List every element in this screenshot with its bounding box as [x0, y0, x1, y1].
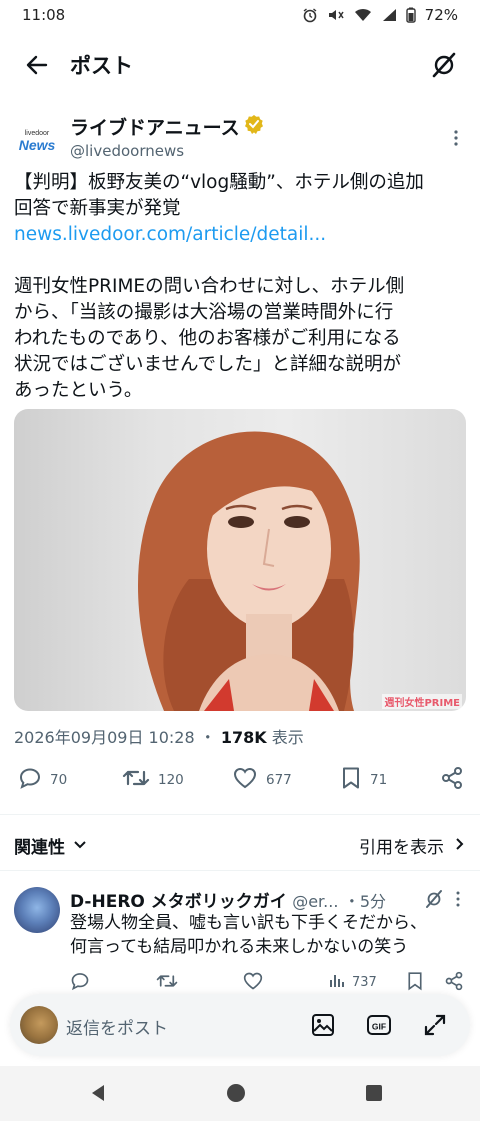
grok-icon[interactable] — [424, 889, 444, 909]
mute-icon — [327, 7, 345, 23]
bookmark-icon — [340, 766, 362, 794]
post-meta: 2026年09月09日 10:28 ・ 178K 表示 — [14, 724, 304, 748]
post-text-line: 【判明】板野友美の“vlog騒動”、ホテル側の追加 — [14, 172, 424, 193]
view-label: 表示 — [271, 728, 304, 747]
author-handle[interactable]: @livedoornews — [70, 142, 184, 160]
reply-header: D-HERO メタボリックガイ @er... ・5分 — [70, 887, 386, 912]
more-options-icon[interactable] — [450, 889, 466, 909]
view-quotes-link[interactable]: 引用を表示 — [359, 833, 466, 858]
post-timestamp: 2026年09月09日 10:28 — [14, 728, 195, 747]
reply-count: 70 — [50, 772, 68, 788]
divider — [0, 870, 480, 871]
status-time: 11:08 — [22, 6, 66, 24]
like-count: 677 — [266, 772, 292, 788]
my-avatar — [20, 1006, 58, 1044]
view-count: 178K — [220, 728, 267, 747]
post-link[interactable]: news.livedoor.com/article/detail... — [14, 222, 466, 248]
reply-reply-button[interactable] — [70, 971, 90, 995]
avatar-logo-big: News — [18, 136, 56, 153]
portrait-illustration — [137, 431, 360, 711]
more-options-icon[interactable] — [446, 128, 466, 148]
reply-author-name[interactable]: D-HERO メタボリックガイ — [70, 892, 287, 912]
system-nav-bar — [0, 1066, 480, 1121]
heart-icon — [232, 766, 258, 794]
share-button[interactable] — [440, 766, 464, 794]
image-icon[interactable] — [310, 1012, 336, 1038]
author-name: ライブドアニュース — [70, 117, 240, 139]
nav-recents-icon[interactable] — [364, 1083, 384, 1107]
reply-input[interactable]: 返信をポスト — [66, 1014, 168, 1039]
reply-icon — [70, 971, 90, 995]
post-text-line: 回答で新事実が発覚 — [14, 198, 181, 219]
chevron-down-icon — [73, 836, 87, 856]
battery-percent: 72% — [424, 6, 458, 24]
reply-author-handle: @er... — [292, 892, 339, 911]
repost-icon — [156, 971, 178, 995]
bookmark-button[interactable]: 71 — [340, 766, 387, 794]
app-bar: ポスト — [0, 40, 480, 90]
reply-item[interactable]: D-HERO メタボリックガイ @er... ・5分 登場人物全員、嘘も言い訳も… — [14, 885, 466, 995]
share-icon — [440, 766, 464, 794]
reply-repost-button[interactable] — [156, 971, 178, 995]
reply-actions: 737 — [70, 971, 466, 993]
signal-icon — [381, 8, 397, 22]
meta-separator: ・ — [199, 728, 216, 747]
sort-label: 関連性 — [14, 838, 65, 858]
reply-bookmark-button[interactable] — [406, 971, 424, 995]
divider — [0, 814, 480, 815]
page-title: ポスト — [70, 54, 133, 78]
nav-home-icon[interactable] — [226, 1083, 246, 1107]
expand-icon[interactable] — [422, 1012, 448, 1038]
reply-text-line: 登場人物全員、嘘も言い訳も下手くそだから、 — [70, 913, 427, 933]
back-arrow-icon[interactable] — [24, 52, 50, 78]
grok-icon[interactable] — [430, 51, 458, 79]
repost-icon — [122, 766, 150, 794]
view-quotes-label: 引用を表示 — [359, 838, 444, 858]
post-text-line: あったという。 — [14, 380, 143, 401]
repost-count: 120 — [158, 772, 184, 788]
nav-back-icon[interactable] — [88, 1083, 108, 1107]
post-actions: 70 120 677 71 — [14, 766, 466, 798]
wifi-icon — [354, 8, 372, 22]
author-avatar[interactable]: livedoor News — [14, 118, 60, 164]
reply-button[interactable]: 70 — [18, 766, 67, 794]
reply-text-line: 何言っても結局叩かれる未来しかないの笑う — [70, 937, 409, 957]
reply-text: 登場人物全員、嘘も言い訳も下手くそだから、 何言っても結局叩かれる未来しかないの… — [70, 911, 470, 959]
reply-view-count: 737 — [352, 974, 377, 990]
reply-avatar[interactable] — [14, 887, 60, 933]
bookmark-count: 71 — [370, 772, 388, 788]
author-name-row[interactable]: ライブドアニュース — [70, 113, 264, 140]
image-watermark: 週刊女性PRIME — [382, 694, 462, 709]
like-button[interactable]: 677 — [232, 766, 292, 794]
gif-icon[interactable]: GIF — [366, 1012, 392, 1038]
views-chart-icon — [328, 971, 346, 993]
reply-composer[interactable]: 返信をポスト GIF — [10, 994, 470, 1056]
status-bar: 11:08 72% — [0, 0, 480, 30]
post-author: livedoor News ライブドアニュース @livedoornews — [14, 110, 466, 170]
reply-share-button[interactable] — [444, 971, 464, 995]
reply-icon — [18, 766, 42, 794]
post-text: 【判明】板野友美の“vlog騒動”、ホテル側の追加 回答で新事実が発覚 news… — [14, 170, 466, 404]
battery-icon — [405, 7, 416, 23]
alarm-icon — [302, 7, 318, 23]
verified-badge-icon — [244, 114, 264, 139]
heart-icon — [242, 971, 264, 995]
bookmark-icon — [406, 971, 424, 995]
reply-views[interactable]: 737 — [328, 971, 377, 993]
sort-dropdown[interactable]: 関連性 — [14, 833, 87, 858]
reply-sort-row: 関連性 引用を表示 — [14, 833, 466, 858]
post-text-line: から、「当該の撮影は大浴場の営業時間外に行 — [14, 302, 394, 323]
share-icon — [444, 971, 464, 995]
reply-time: ・5分 — [343, 892, 387, 911]
repost-button[interactable]: 120 — [122, 766, 184, 794]
reply-like-button[interactable] — [242, 971, 264, 995]
gif-label: GIF — [372, 1022, 386, 1032]
post-image[interactable]: 週刊女性PRIME — [14, 409, 466, 711]
post-text-line: 状況ではございませんでした」と詳細な説明が — [14, 354, 402, 375]
avatar-logo-small: livedoor — [24, 129, 50, 137]
post-text-line: われたものであり、他のお客様がご利用になる — [14, 328, 401, 349]
post-text-line: 週刊女性PRIMEの問い合わせに対し、ホテル側 — [14, 276, 405, 297]
chevron-right-icon — [454, 836, 466, 856]
